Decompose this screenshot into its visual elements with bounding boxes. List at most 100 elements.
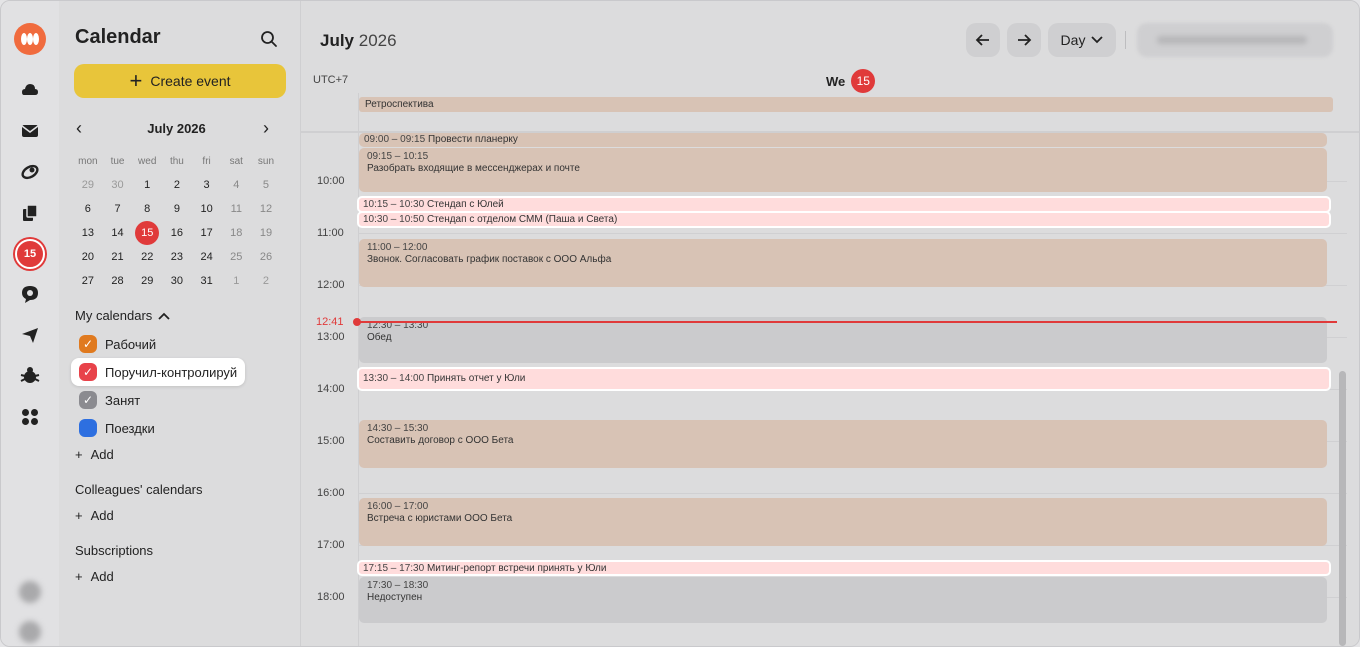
hour-line — [358, 233, 1347, 234]
sidebar: Calendar + Create event ‹ July 2026 › mo… — [59, 1, 301, 646]
logo-icon[interactable] — [14, 23, 46, 55]
mini-calendar-day[interactable]: 8 — [132, 203, 162, 215]
calendar-item-trips[interactable]: Поездки — [71, 414, 163, 442]
messenger-icon[interactable] — [15, 279, 45, 309]
mini-calendar-day[interactable]: 12 — [251, 203, 281, 215]
title-year: 2026 — [358, 31, 397, 50]
mini-calendar-day[interactable]: 3 — [192, 179, 222, 191]
day-grid[interactable]: Ретроспектива 10:00 11:00 12:00 13:00 14… — [301, 93, 1359, 646]
chevron-up-icon — [158, 308, 170, 323]
mini-calendar-day[interactable]: 15 — [132, 221, 162, 245]
event-card[interactable]: 16:00 – 17:00 Встреча с юристами ООО Бет… — [359, 498, 1327, 546]
mini-calendar-day[interactable]: 1 — [221, 275, 251, 287]
create-event-button[interactable]: + Create event — [74, 64, 286, 98]
next-day-button[interactable] — [1007, 23, 1041, 57]
mini-calendar-day[interactable]: 29 — [132, 275, 162, 287]
disk-icon[interactable] — [15, 157, 45, 187]
mail-icon[interactable] — [15, 116, 45, 146]
mini-calendar-day[interactable]: 7 — [103, 203, 133, 215]
cloud-icon[interactable] — [15, 75, 45, 105]
avatar[interactable] — [19, 621, 41, 643]
mini-calendar-day[interactable]: 17 — [192, 227, 222, 239]
checkbox-icon[interactable] — [79, 419, 97, 437]
bug-icon[interactable] — [15, 361, 45, 391]
mini-calendar-day[interactable]: 9 — [162, 203, 192, 215]
account-pill[interactable] — [1137, 23, 1333, 57]
checkbox-icon[interactable]: ✓ — [79, 391, 97, 409]
all-day-event[interactable]: Ретроспектива — [359, 97, 1333, 112]
mini-calendar-day[interactable]: 11 — [221, 203, 251, 215]
event-title: Стендап с Юлей — [426, 199, 504, 210]
mini-calendar-day[interactable]: 6 — [73, 203, 103, 215]
mini-calendar-day[interactable]: 16 — [162, 227, 192, 239]
mini-calendar-day[interactable]: 5 — [251, 179, 281, 191]
view-select[interactable]: Day — [1048, 23, 1116, 57]
event-time: 17:15 – 17:30 — [363, 563, 425, 574]
event-card[interactable]: 17:30 – 18:30 Недоступен — [359, 577, 1327, 623]
mini-calendar-day[interactable]: 22 — [132, 251, 162, 263]
mini-calendar-day[interactable]: 1 — [132, 179, 162, 191]
event-title: Стендап с отделом СММ (Паша и Света) — [426, 214, 618, 225]
arrow-left-icon — [975, 34, 989, 46]
event-card[interactable]: 17:15 – 17:30 Митинг-репорт встречи прин… — [357, 560, 1331, 576]
mini-calendar-day[interactable]: 2 — [162, 179, 192, 191]
calendar-item-delegate[interactable]: ✓ Поручил-контролируй — [71, 358, 246, 386]
mini-calendar-dow: mon — [78, 155, 98, 167]
event-card[interactable]: 12:30 – 13:30 Обед — [359, 317, 1327, 363]
checkbox-icon[interactable]: ✓ — [79, 363, 97, 381]
mini-calendar-day[interactable]: 19 — [251, 227, 281, 239]
mini-calendar-day[interactable]: 26 — [251, 251, 281, 263]
day-header: We 15 — [826, 69, 876, 93]
telemost-icon[interactable] — [15, 320, 45, 350]
day-name: We — [826, 73, 846, 89]
event-card[interactable]: 09:00 – 09:15 Провести планерку — [359, 133, 1327, 147]
event-card[interactable]: 09:15 – 10:15 Разобрать входящие в мессе… — [359, 148, 1327, 192]
mini-calendar-day[interactable]: 23 — [162, 251, 192, 263]
calendar-item-busy[interactable]: ✓ Занят — [71, 386, 148, 414]
event-card[interactable]: 14:30 – 15:30 Составить договор с ООО Бе… — [359, 420, 1327, 468]
settings-icon[interactable] — [19, 581, 41, 603]
apps-icon[interactable] — [15, 402, 45, 432]
title-month: July — [320, 31, 355, 50]
day-number: 15 — [851, 69, 876, 93]
search-icon[interactable] — [259, 29, 279, 49]
chevron-down-icon — [1091, 36, 1104, 44]
calendar-item-label: Рабочий — [105, 336, 157, 352]
mini-calendar-day[interactable]: 31 — [192, 275, 222, 287]
mini-calendar-day[interactable]: 25 — [221, 251, 251, 263]
event-time: 10:30 – 10:50 — [363, 214, 425, 225]
event-card[interactable]: 10:30 – 10:50 Стендап с отделом СММ (Паш… — [357, 211, 1331, 228]
main-panel: July 2026 Day UTC+7 We 15 Ретроспектива — [301, 1, 1359, 646]
mini-calendar-day[interactable]: 4 — [221, 179, 251, 191]
event-title: Встреча с юристами ООО Бета — [367, 513, 513, 524]
calendar-icon[interactable]: 15 — [15, 239, 45, 269]
add-calendar-link[interactable]: + Add — [75, 447, 114, 462]
event-card[interactable]: 11:00 – 12:00 Звонок. Согласовать график… — [359, 239, 1327, 287]
event-card[interactable]: 13:30 – 14:00 Принять отчет у Юли — [357, 367, 1331, 391]
docs-icon[interactable] — [15, 198, 45, 228]
add-colleague-link[interactable]: + Add — [75, 508, 114, 523]
mini-calendar-day[interactable]: 29 — [73, 179, 103, 191]
mini-calendar-day[interactable]: 2 — [251, 275, 281, 287]
mini-calendar-day[interactable]: 24 — [192, 251, 222, 263]
mini-calendar-day[interactable]: 30 — [103, 179, 133, 191]
mini-calendar-day[interactable]: 13 — [73, 227, 103, 239]
chevron-right-icon[interactable]: › — [263, 119, 279, 139]
hour-label: 17:00 — [317, 539, 345, 551]
mini-calendar-dow: fri — [202, 155, 211, 167]
mini-calendar-day[interactable]: 10 — [192, 203, 222, 215]
mini-calendar-day[interactable]: 21 — [103, 251, 133, 263]
add-subscription-link[interactable]: + Add — [75, 569, 114, 584]
prev-day-button[interactable] — [966, 23, 1000, 57]
calendar-item-work[interactable]: ✓ Рабочий — [71, 330, 164, 358]
mini-calendar-day[interactable]: 14 — [103, 227, 133, 239]
mini-calendar-day[interactable]: 27 — [73, 275, 103, 287]
mini-calendar-day[interactable]: 20 — [73, 251, 103, 263]
mini-calendar-day[interactable]: 28 — [103, 275, 133, 287]
checkbox-icon[interactable]: ✓ — [79, 335, 97, 353]
mini-calendar-day[interactable]: 30 — [162, 275, 192, 287]
mini-calendar-day[interactable]: 18 — [221, 227, 251, 239]
scrollbar[interactable] — [1339, 371, 1346, 646]
current-time-line — [359, 321, 1337, 323]
my-calendars-header[interactable]: My calendars — [75, 308, 170, 323]
